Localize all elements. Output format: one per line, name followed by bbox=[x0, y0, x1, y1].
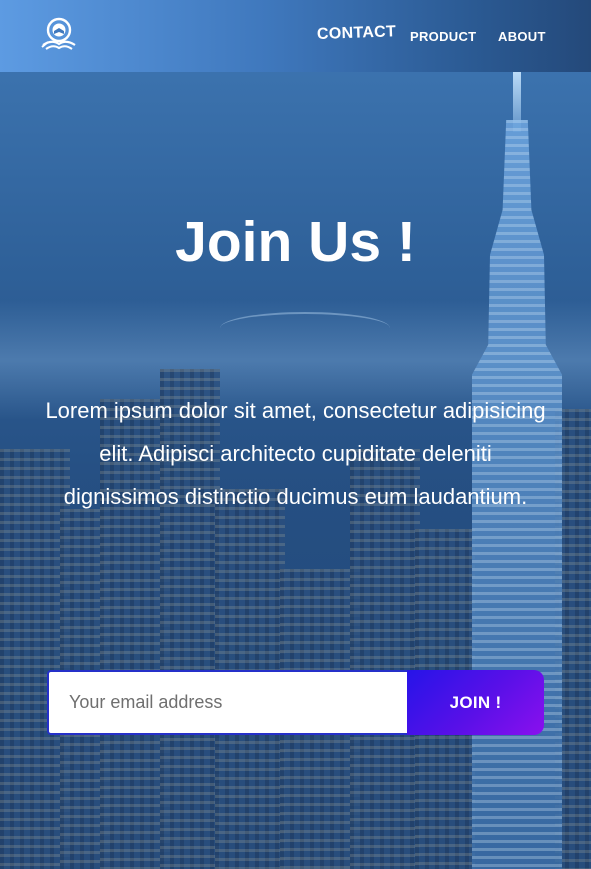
join-button[interactable]: JOIN ! bbox=[407, 670, 544, 735]
nav-link-product[interactable]: PRODUCT bbox=[410, 29, 476, 44]
signup-form: JOIN ! bbox=[47, 670, 544, 735]
email-input[interactable] bbox=[47, 670, 407, 735]
nav-link-about[interactable]: ABOUT bbox=[498, 29, 546, 44]
page: CONTACT PRODUCT ABOUT Join Us ! Lorem ip… bbox=[0, 0, 591, 869]
hero-description: Lorem ipsum dolor sit amet, consectetur … bbox=[45, 398, 546, 509]
book-globe-icon bbox=[41, 17, 76, 50]
nav-link-contact[interactable]: CONTACT bbox=[317, 23, 397, 44]
top-navbar: CONTACT PRODUCT ABOUT bbox=[0, 0, 591, 72]
hero-title: Join Us ! bbox=[175, 210, 416, 274]
logo-icon[interactable] bbox=[40, 17, 76, 53]
